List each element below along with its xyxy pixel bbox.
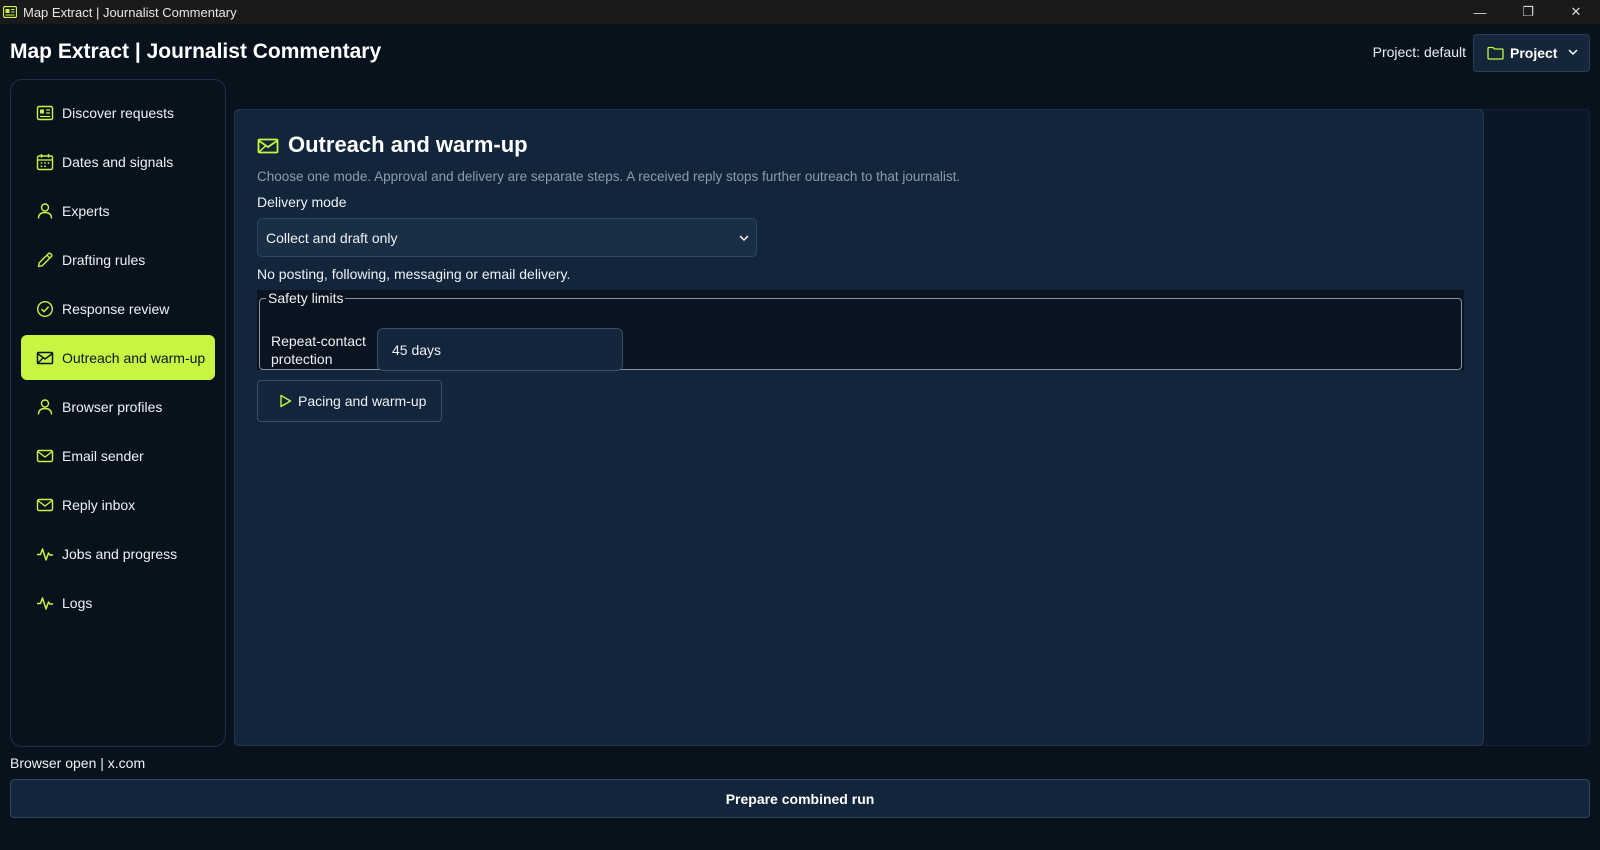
minimize-button[interactable]: — (1456, 0, 1504, 24)
pacing-button-label: Pacing and warm-up (298, 393, 427, 409)
sidebar-item-label: Dates and signals (62, 153, 174, 170)
outreach-card: Outreach and warm-up Choose one mode. Ap… (234, 109, 1484, 746)
project-button-label: Project (1510, 45, 1558, 61)
check-circle-icon (36, 300, 54, 318)
activity-icon (36, 594, 54, 612)
sidebar-item-dates-and-signals[interactable]: Dates and signals (21, 139, 215, 184)
project-label: Project: default (1372, 44, 1466, 60)
close-button[interactable]: ✕ (1552, 0, 1600, 24)
safety-limits-border: Repeat-contact protection 45 days (259, 298, 1462, 371)
app-icon (3, 6, 17, 18)
repeat-contact-label: Repeat-contact protection (271, 333, 366, 367)
chevron-down-icon (739, 235, 749, 242)
sidebar-item-label: Browser profiles (62, 398, 163, 415)
sidebar-item-label: Logs (62, 594, 93, 611)
repeat-contact-value: 45 days (392, 341, 442, 358)
sidebar-item-outreach-and-warm-up[interactable]: Outreach and warm-up (21, 335, 215, 380)
sidebar: Discover requests Dates and signals Expe… (10, 79, 226, 747)
sidebar-item-reply-inbox[interactable]: Reply inbox (21, 482, 215, 527)
sidebar-item-browser-profiles[interactable]: Browser profiles (21, 384, 215, 429)
play-icon (279, 394, 292, 408)
safety-limits-group: Repeat-contact protection 45 days Safety… (257, 290, 1464, 371)
sidebar-item-drafting-rules[interactable]: Drafting rules (21, 237, 215, 282)
page-title: Outreach and warm-up (288, 132, 528, 157)
mail-icon (36, 496, 54, 514)
section-description: Choose one mode. Approval and delivery a… (257, 169, 961, 184)
safety-limits-legend: Safety limits (266, 290, 346, 306)
sidebar-item-jobs-and-progress[interactable]: Jobs and progress (21, 531, 215, 576)
window-titlebar: Map Extract | Journalist Commentary — ❐ … (0, 0, 1600, 24)
sidebar-item-response-review[interactable]: Response review (21, 286, 215, 331)
pencil-icon (36, 251, 54, 269)
delivery-mode-select[interactable]: Collect and draft only (257, 218, 757, 257)
sidebar-item-experts[interactable]: Experts (21, 188, 215, 233)
sidebar-item-logs[interactable]: Logs (21, 580, 215, 625)
app-title: Map Extract | Journalist Commentary (10, 40, 382, 63)
user-icon (36, 202, 54, 220)
newspaper-icon (36, 104, 54, 122)
folder-icon (1487, 46, 1504, 60)
sidebar-item-label: Jobs and progress (62, 545, 178, 562)
activity-icon (36, 545, 54, 563)
calendar-icon (36, 153, 54, 171)
mail-open-icon (36, 349, 54, 367)
sidebar-item-discover-requests[interactable]: Discover requests (21, 90, 215, 135)
sidebar-item-label: Drafting rules (62, 251, 146, 268)
sidebar-item-label: Email sender (62, 447, 144, 464)
status-line: Browser open | x.com (10, 755, 146, 771)
sidebar-item-label: Outreach and warm-up (62, 349, 206, 366)
chevron-down-icon (1568, 49, 1578, 56)
restore-button[interactable]: ❐ (1504, 0, 1552, 24)
pacing-and-warm-up-button[interactable]: Pacing and warm-up (257, 380, 442, 422)
project-button[interactable]: Project (1473, 34, 1590, 72)
mail-icon (36, 447, 54, 465)
prepare-combined-run-button[interactable]: Prepare combined run (10, 779, 1590, 818)
window-title: Map Extract | Journalist Commentary (23, 4, 237, 20)
repeat-contact-input[interactable]: 45 days (377, 328, 623, 371)
sidebar-item-label: Experts (62, 202, 110, 219)
sidebar-item-label: Discover requests (62, 104, 175, 121)
sidebar-item-email-sender[interactable]: Email sender (21, 433, 215, 478)
user-icon (36, 398, 54, 416)
sidebar-item-label: Reply inbox (62, 496, 136, 513)
delivery-mode-label: Delivery mode (257, 194, 347, 210)
delivery-mode-value: Collect and draft only (266, 229, 398, 246)
mail-open-icon (257, 138, 279, 154)
sidebar-item-label: Response review (62, 300, 170, 317)
window-controls: — ❐ ✕ (1456, 0, 1600, 24)
delivery-mode-note: No posting, following, messaging or emai… (257, 266, 571, 282)
